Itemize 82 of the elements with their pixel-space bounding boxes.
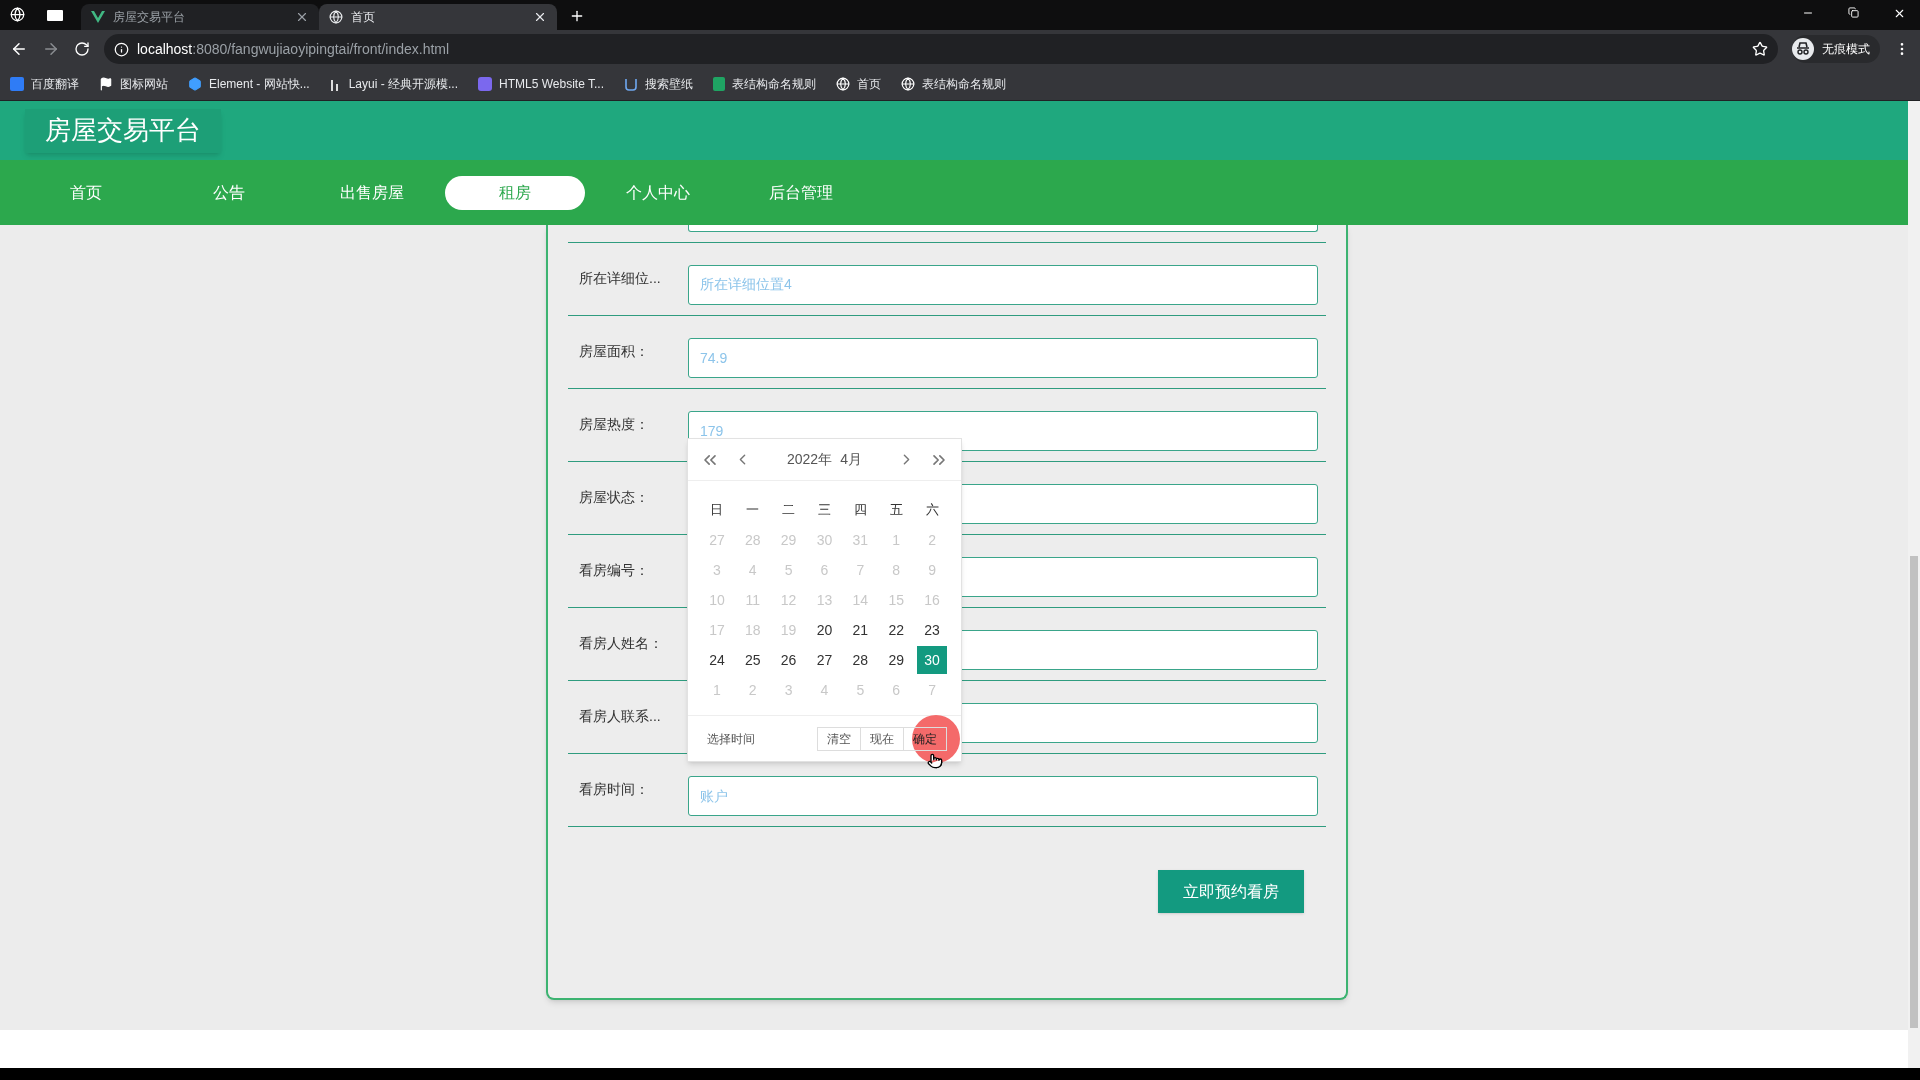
weekday-label: 一 (745, 501, 761, 520)
back-icon[interactable] (10, 40, 28, 58)
field-label: 所在详细位... (578, 269, 662, 288)
weekday-label: 三 (817, 501, 832, 520)
bookmark-item[interactable]: 首页 (836, 75, 881, 93)
restore-icon[interactable] (1848, 7, 1859, 18)
calendar-day[interactable]: 30 (917, 646, 948, 674)
bookmark-item[interactable]: 百度翻译 (10, 75, 79, 93)
globe-icon (329, 10, 343, 24)
globe-icon (901, 77, 915, 91)
weekday-label: 日 (709, 501, 725, 520)
scrollbar-thumb[interactable] (1910, 556, 1918, 1028)
flag-icon (99, 77, 113, 91)
select-time-link[interactable]: 选择时间 (707, 729, 755, 748)
cup-icon (624, 77, 638, 91)
text-field[interactable]: 74.9 (688, 338, 1318, 378)
weekday-label: 五 (888, 501, 904, 520)
weekday-label: 二 (781, 501, 797, 520)
calendar-day[interactable]: 23 (917, 616, 948, 644)
close-icon[interactable] (1893, 7, 1906, 20)
bookmark-item[interactable]: 表结构命名规则 (713, 75, 816, 93)
bookmark-item[interactable]: 表结构命名规则 (901, 75, 1006, 93)
calendar-day[interactable]: 28 (845, 646, 876, 674)
tab-title: 首页 (351, 9, 376, 26)
browser-tab[interactable]: 首页 (319, 4, 557, 30)
weekday-label: 四 (852, 501, 868, 520)
site-title: 房屋交易平台 (25, 108, 221, 153)
bookmark-item[interactable]: 搜索壁纸 (624, 75, 693, 93)
calendar-day[interactable]: 26 (773, 646, 804, 674)
field-label: 房屋面积： (578, 342, 650, 361)
calendar-day[interactable]: 20 (809, 616, 840, 644)
calendar-day[interactable]: 29 (881, 646, 912, 674)
year-label[interactable]: 2022年 (787, 449, 833, 470)
nav-tab[interactable]: 公告 (159, 175, 299, 210)
bookmark-item[interactable]: Element - 网站快... (188, 75, 310, 93)
calendar-day[interactable]: 24 (701, 646, 732, 674)
text-field[interactable]: 所在详细位置4 (688, 265, 1318, 305)
reload-icon[interactable] (74, 41, 90, 57)
picker-button[interactable]: 现在 (860, 726, 904, 751)
nav-tab[interactable]: 后台管理 (731, 175, 871, 210)
tab-title: 房屋交易平台 (113, 9, 186, 26)
profile-button[interactable]: 无痕模式 (1792, 35, 1880, 63)
close-icon[interactable] (533, 10, 547, 24)
v-logo-icon (91, 11, 105, 23)
calendar-day[interactable]: 21 (845, 616, 876, 644)
bookmark-star-icon[interactable] (1752, 41, 1768, 57)
bookmark-item[interactable]: 图标网站 (99, 75, 168, 93)
nav-tab[interactable]: 出售房屋 (302, 175, 442, 210)
new-tab-icon[interactable] (569, 8, 585, 24)
click-highlight-icon (912, 714, 960, 763)
field-label: 看房人姓名： (578, 634, 664, 653)
picker-button[interactable]: 清空 (817, 726, 861, 751)
field-label: 房屋状态： (578, 488, 650, 507)
info-icon (114, 41, 129, 57)
hexagon-icon (188, 77, 202, 91)
text-field[interactable] (688, 225, 1318, 232)
weekday-label: 六 (924, 501, 940, 520)
scrollbar[interactable] (1908, 101, 1920, 1068)
picker-button[interactable]: 确定 (903, 726, 947, 751)
close-icon[interactable] (295, 10, 309, 24)
forward-icon[interactable] (42, 40, 60, 58)
bookmark-item[interactable]: Layui - 经典开源模... (329, 75, 459, 93)
calendar-day[interactable]: 27 (809, 646, 840, 674)
address-bar[interactable]: localhost:8080/fangwujiaoyipingtai/front/index.html (104, 34, 1778, 64)
browser-tab[interactable]: 房屋交易平台 (81, 4, 319, 30)
globe-icon[interactable] (10, 7, 25, 22)
nav-tab[interactable]: 个人中心 (588, 175, 728, 210)
field-label: 房屋热度： (578, 415, 650, 434)
month-label[interactable]: 4月 (840, 449, 862, 470)
calendar-day[interactable]: 25 (737, 646, 768, 674)
bookmark-item[interactable]: HTML5 Website T... (478, 75, 604, 93)
incognito-icon (1792, 38, 1814, 60)
nav-tab[interactable]: 租房 (445, 175, 585, 210)
submit-button[interactable]: 立即预约看房 (1158, 870, 1304, 913)
globe-icon (836, 77, 850, 91)
field-label: 看房编号： (578, 561, 650, 580)
field-label: 看房人联系... (578, 707, 662, 726)
text-field[interactable]: 账户 (688, 776, 1318, 816)
field-label: 看房时间： (578, 780, 650, 799)
url-text: localhost:8080/fangwujiaoyipingtai/front/index.html (137, 39, 450, 59)
nav-tab[interactable]: 首页 (16, 175, 156, 210)
calendar-day[interactable]: 22 (881, 616, 912, 644)
